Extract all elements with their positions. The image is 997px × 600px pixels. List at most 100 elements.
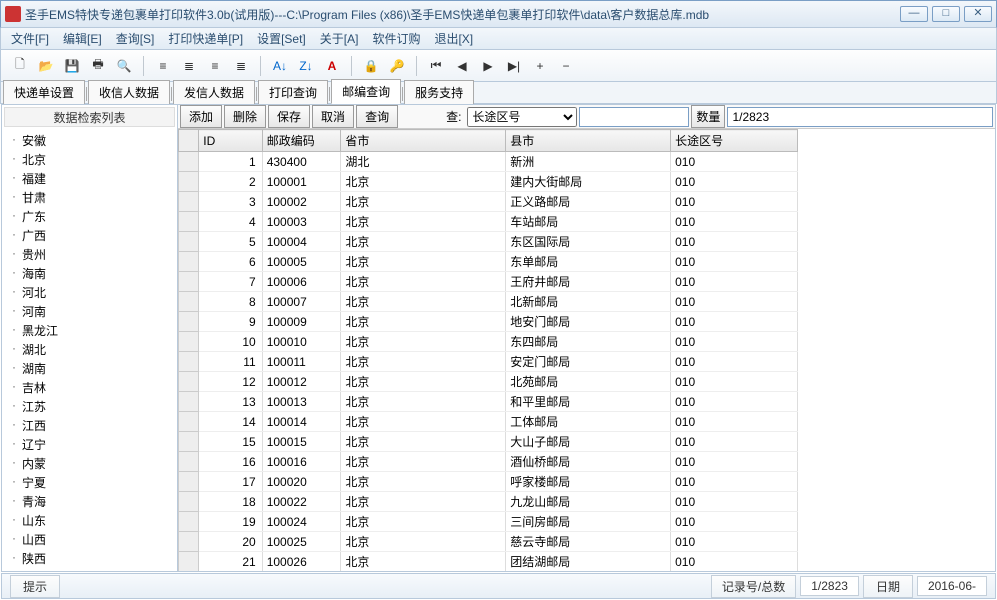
cell-area[interactable]: 010 <box>671 252 798 272</box>
table-row[interactable]: 9100009北京地安门邮局010 <box>179 312 798 332</box>
cell-zip[interactable]: 100026 <box>262 552 341 572</box>
province-tree[interactable]: 安徽北京福建甘肃广东广西贵州海南河北河南黑龙江湖北湖南吉林江苏江西辽宁内蒙宁夏青… <box>2 129 177 571</box>
table-row[interactable]: 11100011北京安定门邮局010 <box>179 352 798 372</box>
cell-id[interactable]: 6 <box>199 252 262 272</box>
query-button[interactable]: 查询 <box>356 105 398 128</box>
cell-zip[interactable]: 100015 <box>262 432 341 452</box>
row-header[interactable] <box>179 412 199 432</box>
cell-id[interactable]: 14 <box>199 412 262 432</box>
cell-prov[interactable]: 北京 <box>341 492 506 512</box>
cell-id[interactable]: 15 <box>199 432 262 452</box>
cell-zip[interactable]: 100004 <box>262 232 341 252</box>
tree-node[interactable]: 陕西 <box>6 549 173 568</box>
cell-area[interactable]: 010 <box>671 292 798 312</box>
save-icon[interactable]: 💾 <box>61 55 83 77</box>
cell-zip[interactable]: 100010 <box>262 332 341 352</box>
cell-city[interactable]: 新洲 <box>506 152 671 172</box>
cell-prov[interactable]: 北京 <box>341 412 506 432</box>
cell-id[interactable]: 16 <box>199 452 262 472</box>
col-header[interactable]: 邮政编码 <box>262 130 341 152</box>
col-selector[interactable] <box>179 130 199 152</box>
cell-prov[interactable]: 北京 <box>341 432 506 452</box>
cell-city[interactable]: 车站邮局 <box>506 212 671 232</box>
remove-icon[interactable]: − <box>555 55 577 77</box>
row-header[interactable] <box>179 532 199 552</box>
menu-query[interactable]: 查询[S] <box>110 28 161 49</box>
cell-zip[interactable]: 100016 <box>262 452 341 472</box>
cell-id[interactable]: 5 <box>199 232 262 252</box>
delete-button[interactable]: 删除 <box>224 105 266 128</box>
menu-file[interactable]: 文件[F] <box>5 28 55 49</box>
tree-node[interactable]: 辽宁 <box>6 435 173 454</box>
cell-area[interactable]: 010 <box>671 352 798 372</box>
tree-node[interactable]: 山东 <box>6 511 173 530</box>
cell-prov[interactable]: 北京 <box>341 292 506 312</box>
cell-city[interactable]: 地安门邮局 <box>506 312 671 332</box>
tab-2[interactable]: 发信人数据 <box>173 80 255 104</box>
key-icon[interactable]: 🔑 <box>386 55 408 77</box>
first-icon[interactable]: ⏮ <box>425 55 447 77</box>
cell-prov[interactable]: 北京 <box>341 472 506 492</box>
cell-zip[interactable]: 100025 <box>262 532 341 552</box>
tree-node[interactable]: 山西 <box>6 530 173 549</box>
cell-prov[interactable]: 北京 <box>341 332 506 352</box>
tree-node[interactable]: 青海 <box>6 492 173 511</box>
cell-area[interactable]: 010 <box>671 472 798 492</box>
row-header[interactable] <box>179 232 199 252</box>
tree-node[interactable]: 广东 <box>6 207 173 226</box>
cell-prov[interactable]: 北京 <box>341 552 506 572</box>
cell-city[interactable]: 正义路邮局 <box>506 192 671 212</box>
cell-city[interactable]: 东单邮局 <box>506 252 671 272</box>
cell-zip[interactable]: 100024 <box>262 512 341 532</box>
cell-id[interactable]: 1 <box>199 152 262 172</box>
cell-city[interactable]: 酒仙桥邮局 <box>506 452 671 472</box>
cell-area[interactable]: 010 <box>671 312 798 332</box>
search-field-select[interactable]: 长途区号 <box>467 107 577 127</box>
cell-area[interactable]: 010 <box>671 412 798 432</box>
cell-zip[interactable]: 100002 <box>262 192 341 212</box>
tree-node[interactable]: 河南 <box>6 302 173 321</box>
row-header[interactable] <box>179 452 199 472</box>
table-row[interactable]: 15100015北京大山子邮局010 <box>179 432 798 452</box>
cell-id[interactable]: 2 <box>199 172 262 192</box>
cell-prov[interactable]: 北京 <box>341 232 506 252</box>
last-icon[interactable]: ▶| <box>503 55 525 77</box>
menu-edit[interactable]: 编辑[E] <box>57 28 108 49</box>
table-row[interactable]: 7100006北京王府井邮局010 <box>179 272 798 292</box>
cell-zip[interactable]: 100006 <box>262 272 341 292</box>
cancel-button[interactable]: 取消 <box>312 105 354 128</box>
cell-zip[interactable]: 430400 <box>262 152 341 172</box>
cell-prov[interactable]: 北京 <box>341 212 506 232</box>
row-header[interactable] <box>179 492 199 512</box>
tree-node[interactable]: 湖南 <box>6 359 173 378</box>
open-icon[interactable]: 📂 <box>35 55 57 77</box>
tree-node[interactable]: 甘肃 <box>6 188 173 207</box>
cell-zip[interactable]: 100007 <box>262 292 341 312</box>
sort-desc-icon[interactable]: Z↓ <box>295 55 317 77</box>
col-header[interactable]: 长途区号 <box>671 130 798 152</box>
cell-area[interactable]: 010 <box>671 392 798 412</box>
row-header[interactable] <box>179 292 199 312</box>
cell-prov[interactable]: 北京 <box>341 172 506 192</box>
row-header[interactable] <box>179 472 199 492</box>
cell-zip[interactable]: 100011 <box>262 352 341 372</box>
col-header[interactable]: 省市 <box>341 130 506 152</box>
align-center-icon[interactable]: ≣ <box>178 55 200 77</box>
cell-prov[interactable]: 北京 <box>341 312 506 332</box>
row-header[interactable] <box>179 432 199 452</box>
cell-prov[interactable]: 北京 <box>341 512 506 532</box>
print-icon[interactable]: 🖶 <box>87 55 109 77</box>
cell-id[interactable]: 10 <box>199 332 262 352</box>
tree-node[interactable]: 江苏 <box>6 397 173 416</box>
cell-prov[interactable]: 北京 <box>341 192 506 212</box>
cell-city[interactable]: 北苑邮局 <box>506 372 671 392</box>
tab-4[interactable]: 邮编查询 <box>331 79 401 104</box>
table-row[interactable]: 12100012北京北苑邮局010 <box>179 372 798 392</box>
tree-node[interactable]: 福建 <box>6 169 173 188</box>
cell-city[interactable]: 东区国际局 <box>506 232 671 252</box>
add-button[interactable]: 添加 <box>180 105 222 128</box>
tree-node[interactable]: 上海 <box>6 568 173 571</box>
cell-prov[interactable]: 北京 <box>341 532 506 552</box>
prev-icon[interactable]: ◀ <box>451 55 473 77</box>
cell-id[interactable]: 8 <box>199 292 262 312</box>
